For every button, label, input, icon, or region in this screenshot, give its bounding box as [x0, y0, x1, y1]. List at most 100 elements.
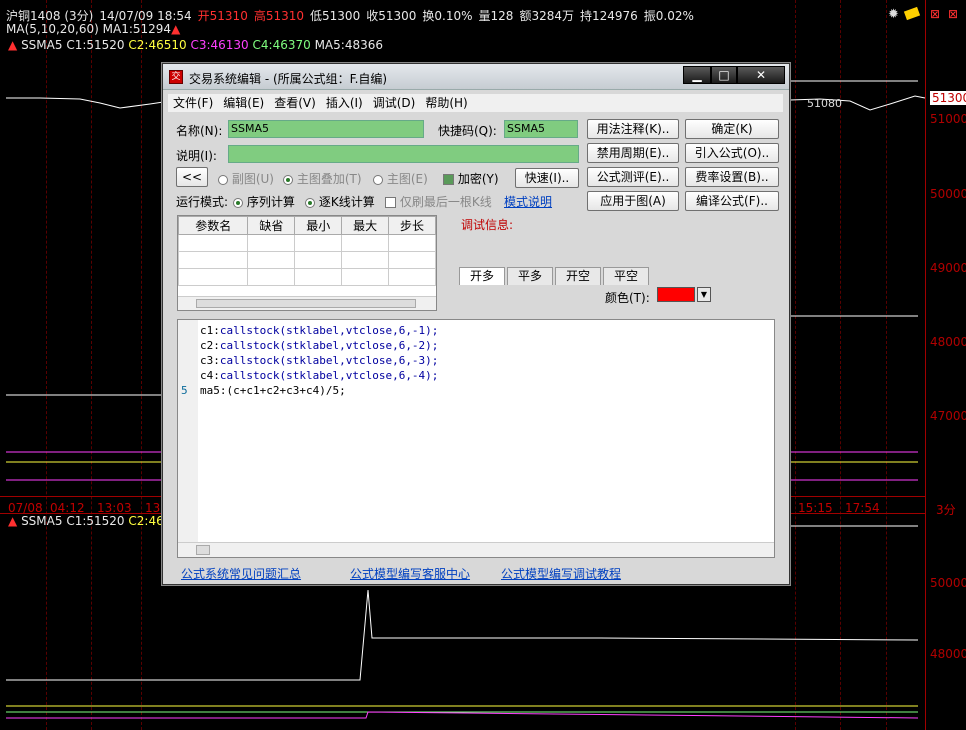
tutorial-link[interactable]: 公式模型编写调试教程: [501, 565, 621, 582]
app-icon: 交: [169, 70, 183, 84]
formula-test-button[interactable]: 公式测评(E)..: [587, 167, 679, 187]
table-row[interactable]: [177, 234, 436, 252]
scrollbar-thumb[interactable]: [196, 545, 210, 555]
code-line[interactable]: c4:callstock(stklabel,vtclose,6,-4);: [200, 369, 438, 382]
menu-help[interactable]: 帮助(H): [425, 94, 467, 112]
price-tick: 50000: [930, 576, 966, 590]
c2-value: C2:46: [128, 514, 164, 528]
close-price: 收51300: [366, 9, 417, 23]
menu-insert[interactable]: 插入(I): [326, 94, 363, 112]
close-button[interactable]: ✕: [737, 66, 785, 84]
faq-link[interactable]: 公式系统常见问题汇总: [181, 565, 301, 582]
ma-legend: MA(5,10,20,60) MA1:51294▲: [6, 22, 180, 36]
price-tick: 51000: [930, 112, 966, 126]
maximize-button[interactable]: □: [711, 66, 737, 84]
time-tick: 15:15: [798, 501, 833, 515]
name-field[interactable]: SSMA5: [228, 120, 424, 138]
dialog-titlebar[interactable]: 交 交易系统编辑 - (所属公式组：F.自编) ▁ □ ✕: [163, 64, 789, 90]
run-mode-label: 运行模式:: [176, 195, 229, 209]
confirm-button[interactable]: 确定(K): [685, 119, 779, 139]
sequential-option[interactable]: 序列计算: [233, 193, 295, 210]
amount: 额3284万: [519, 9, 574, 23]
tab-open-short[interactable]: 开空: [555, 267, 601, 285]
minimize-button[interactable]: ▁: [683, 66, 711, 84]
color-swatch[interactable]: [657, 287, 695, 302]
scrollbar-thumb[interactable]: [196, 299, 416, 308]
sequential-label: 序列计算: [246, 195, 295, 209]
ssma-legend-name: SSMA5: [21, 38, 63, 52]
up-arrow-icon: ▲: [8, 38, 18, 52]
menu-bar: 文件(F) 编辑(E) 查看(V) 插入(I) 调试(D) 帮助(H): [168, 94, 783, 112]
c1-value: C1:51520: [66, 38, 125, 52]
menu-view[interactable]: 查看(V): [274, 94, 316, 112]
quick-button[interactable]: 快速(I)..: [515, 168, 579, 188]
main-chart-option[interactable]: 主图(E): [373, 170, 428, 187]
import-formula-button[interactable]: 引入公式(O)..: [685, 143, 779, 163]
menu-file[interactable]: 文件(F): [173, 94, 213, 112]
sub-chart-option[interactable]: 副图(U): [218, 170, 274, 187]
amplitude: 振0.02%: [643, 9, 694, 23]
main-overlay-option[interactable]: 主图叠加(T): [283, 170, 362, 187]
main-chart-label: 主图(E): [386, 172, 428, 186]
c4-value: C4:46370: [252, 38, 311, 52]
close-icon[interactable]: ⊠: [948, 7, 958, 21]
up-arrow-icon: ▲: [171, 22, 181, 36]
support-link[interactable]: 公式模型编写客服中心: [350, 565, 470, 582]
turnover-rate: 换0.10%: [422, 9, 473, 23]
price-tick: 48000: [930, 335, 966, 349]
horizontal-scrollbar[interactable]: [178, 296, 436, 310]
menu-edit[interactable]: 编辑(E): [223, 94, 264, 112]
param-header: 最大: [341, 216, 390, 235]
code-editor[interactable]: c1:callstock(stklabel,vtclose,6,-1); c2:c…: [177, 319, 775, 558]
chevron-down-icon[interactable]: ▼: [697, 287, 711, 302]
name-label: 名称(N):: [176, 124, 223, 138]
radio-icon: [305, 197, 315, 208]
tab-open-long[interactable]: 开多: [459, 267, 505, 285]
c3-value: C3:46130: [190, 38, 249, 52]
menu-debug[interactable]: 调试(D): [373, 94, 416, 112]
ssma-legend-name: SSMA5: [21, 514, 63, 528]
code-line[interactable]: ma5:(c+c1+c2+c3+c4)/5;: [200, 384, 346, 397]
gear-icon[interactable]: ✹: [888, 7, 899, 22]
tab-close-short[interactable]: 平空: [603, 267, 649, 285]
collapse-button[interactable]: <<: [176, 167, 208, 187]
debug-info-label: 调试信息:: [461, 218, 514, 232]
code-line[interactable]: c1:callstock(stklabel,vtclose,6,-1);: [200, 324, 438, 337]
low-price: 低51300: [310, 9, 361, 23]
radio-icon: [233, 197, 243, 208]
table-row[interactable]: [177, 251, 436, 269]
high-price: 高51310: [253, 9, 305, 23]
editor-horizontal-scrollbar[interactable]: [178, 542, 774, 557]
time-tick: 13:03: [97, 501, 132, 515]
fee-settings-button[interactable]: 费率设置(B)..: [685, 167, 779, 187]
code-line[interactable]: c3:callstock(stklabel,vtclose,6,-3);: [200, 354, 438, 367]
checkbox-icon: [443, 174, 454, 185]
code-line[interactable]: c2:callstock(stklabel,vtclose,6,-2);: [200, 339, 438, 352]
symbol-label: 沪铜1408 (3分): [6, 9, 94, 23]
close-icon[interactable]: ⊠: [930, 7, 940, 21]
param-header: 参数名: [177, 216, 249, 235]
ssma-legend: ▲ SSMA5 C1:51520 C2:46510 C3:46130 C4:46…: [8, 38, 383, 52]
description-field[interactable]: [228, 145, 579, 163]
ssma-legend-lower: ▲ SSMA5 C1:51520 C2:46: [8, 514, 164, 528]
dialog-title: 交易系统编辑 - (所属公式组：F.自编): [189, 72, 388, 86]
mode-help-link[interactable]: 模式说明: [504, 193, 552, 210]
volume: 量128: [478, 9, 514, 23]
price-tick: 49000: [930, 261, 966, 275]
shortcut-field[interactable]: SSMA5: [504, 120, 578, 138]
disable-period-button[interactable]: 禁用周期(E)..: [587, 143, 679, 163]
radio-icon: [283, 174, 293, 185]
shortcut-label: 快捷码(Q):: [438, 124, 497, 138]
time-tick: 07/08: [8, 501, 43, 515]
apply-chart-button[interactable]: 应用于图(A): [587, 191, 679, 211]
bar-by-bar-option[interactable]: 逐K线计算: [305, 193, 375, 210]
period-label: 3分: [936, 503, 956, 517]
table-row[interactable]: [177, 268, 436, 286]
compile-formula-button[interactable]: 编译公式(F)..: [685, 191, 779, 211]
tab-close-long[interactable]: 平多: [507, 267, 553, 285]
refresh-last-option[interactable]: 仅刷最后一根K线: [385, 193, 492, 210]
usage-note-button[interactable]: 用法注释(K)..: [587, 119, 679, 139]
time-tick: 04:12: [50, 501, 85, 515]
encrypt-option[interactable]: 加密(Y): [443, 170, 499, 187]
color-label: 颜色(T):: [605, 291, 650, 305]
